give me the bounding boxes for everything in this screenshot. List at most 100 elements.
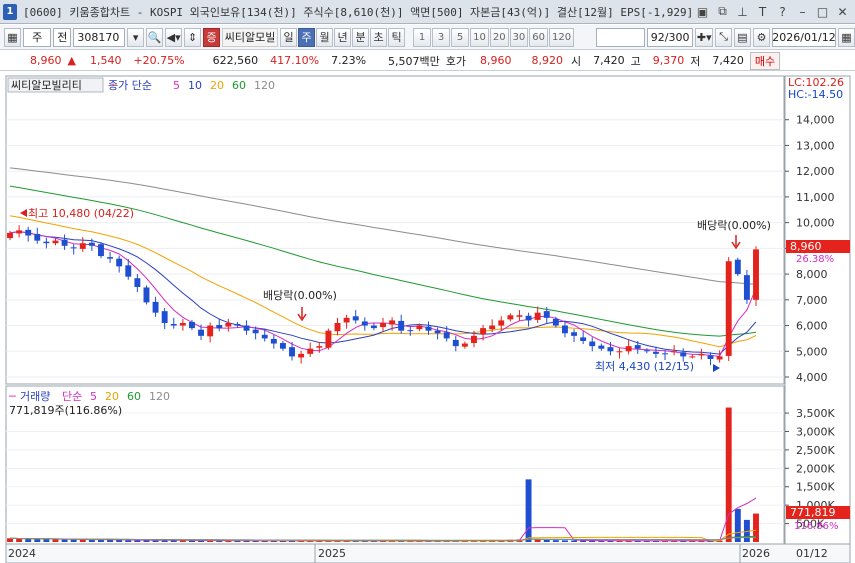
candle-body — [7, 232, 13, 239]
pin-icon[interactable]: ⊥ — [734, 3, 751, 20]
date-input[interactable]: 2026/01/12 — [772, 27, 836, 47]
period-button[interactable]: 월 — [316, 27, 334, 47]
volume-ma-legend: 120 — [149, 390, 170, 403]
maximize-icon[interactable]: □ — [814, 3, 831, 20]
x-date-tag: 01/12 — [796, 547, 828, 560]
search-icon[interactable]: 🔍 — [146, 27, 164, 47]
help-icon[interactable]: ? — [774, 3, 791, 20]
volume-bar — [7, 538, 13, 542]
interval-button[interactable]: 20 — [489, 27, 509, 47]
volume-bar — [25, 538, 32, 542]
stock-code-input[interactable]: 308170 — [73, 27, 126, 47]
market-icon[interactable]: ▦ — [4, 27, 21, 47]
volume-bar — [125, 540, 132, 542]
candle-body — [461, 343, 468, 347]
candle-body — [188, 321, 195, 329]
interval-button[interactable]: 3 — [432, 27, 451, 47]
volume-bar — [34, 539, 41, 542]
candle-body — [671, 351, 678, 353]
candle-body — [443, 332, 450, 339]
print-icon[interactable]: ▤ — [734, 27, 751, 47]
candle-body — [698, 353, 705, 356]
period-button[interactable]: 주 — [298, 27, 316, 47]
price-ma-legend: 60 — [232, 79, 246, 92]
chart-toolbar: ▦ 주 전 308170 ▾ 🔍 ◀▾ ⇕ 증 씨티알모빌 일주월년분초틱 13… — [0, 25, 855, 50]
period-button[interactable]: 틱 — [388, 27, 406, 47]
candle-body — [225, 322, 232, 327]
trade-amount: 5,507백만 — [388, 54, 440, 68]
candle-body — [398, 320, 405, 331]
bid-price: 8,920 — [531, 54, 564, 67]
candle-body — [161, 311, 168, 323]
candle-body — [589, 341, 596, 347]
candle-body — [389, 320, 396, 325]
candle-body — [689, 356, 696, 358]
candle-body — [234, 324, 241, 326]
prev-next-icon[interactable]: ⇕ — [184, 27, 202, 47]
candle-body — [534, 312, 541, 320]
code-prefix[interactable]: 전 — [53, 27, 72, 47]
candle-body — [361, 321, 368, 326]
period-button[interactable]: 년 — [334, 27, 352, 47]
candle-body — [716, 356, 723, 360]
candle-body — [134, 278, 141, 287]
candle-body — [252, 329, 259, 334]
candle-body — [270, 338, 277, 344]
candle-body — [70, 247, 77, 249]
interval-button[interactable]: 60 — [529, 27, 549, 47]
price-tick-label: 10,000 — [796, 217, 835, 230]
volume-legend-marker: ─ — [8, 390, 16, 403]
candle-body — [25, 229, 32, 236]
market-select[interactable]: 주 — [23, 27, 52, 47]
interval-button[interactable]: 120 — [549, 27, 575, 47]
settings-icon[interactable]: ⚙ — [753, 27, 770, 47]
volume-pct: 417.10% — [270, 54, 320, 67]
volume-tick-label: 3,500K — [796, 407, 835, 420]
ask-price: 8,960 — [480, 54, 512, 67]
close-icon[interactable]: ✕ — [834, 3, 851, 20]
interval-input[interactable] — [596, 27, 645, 47]
price-legend-marker: ─ — [109, 79, 117, 92]
volume-bar — [70, 539, 77, 542]
period-button[interactable]: 초 — [370, 27, 388, 47]
price-tick-label: 13,000 — [796, 139, 835, 152]
volume-bar — [571, 540, 578, 542]
price-tick-label: 8,000 — [796, 268, 828, 281]
draw-icon[interactable]: ⤡ — [715, 27, 732, 47]
dividend-label-1: 배당락(0.00%) — [263, 289, 337, 302]
volume-bar — [16, 538, 23, 542]
candle-body — [734, 259, 741, 275]
data-count[interactable]: 92/300 — [646, 27, 694, 47]
candle-body — [243, 325, 250, 331]
candle-body — [525, 315, 532, 321]
candle-body — [416, 325, 423, 330]
text-icon[interactable]: T — [754, 3, 771, 20]
interval-button[interactable]: 5 — [451, 27, 470, 47]
sound-icon[interactable]: ◀▾ — [165, 27, 183, 47]
interval-button[interactable]: 1 — [413, 27, 432, 47]
code-dropdown-icon[interactable]: ▾ — [127, 27, 145, 47]
interval-button[interactable]: 30 — [509, 27, 529, 47]
minimize-icon[interactable]: – — [794, 3, 811, 20]
calendar-icon[interactable]: ▦ — [838, 27, 855, 47]
candle-body — [370, 325, 377, 329]
candlestick-chart[interactable]: 14,00013,00012,00011,00010,0009,0008,000… — [0, 72, 855, 563]
period-button[interactable]: 분 — [352, 27, 370, 47]
x-axis-frame — [5, 543, 851, 563]
period-button[interactable]: 일 — [280, 27, 298, 47]
stock-tag: 증 — [203, 27, 221, 47]
link-icon[interactable]: ⧉ — [714, 3, 731, 20]
buy-button[interactable]: 매수 — [749, 51, 781, 70]
crosshair-icon[interactable]: ✚▾ — [695, 27, 713, 47]
hc-label: HC:-14.50 — [788, 88, 843, 101]
volume-current-tag: 771,819 — [790, 506, 836, 519]
window-list-icon[interactable]: ▣ — [694, 3, 711, 20]
high-annotation: 최고 10,480 (04/22) — [28, 207, 134, 220]
candle-body — [489, 325, 496, 330]
candle-body — [307, 348, 314, 354]
volume-pct-tag: 116.86% — [794, 521, 839, 532]
candle-body — [143, 287, 150, 303]
interval-button[interactable]: 10 — [470, 27, 489, 47]
volume-bar — [552, 540, 559, 542]
price-tick-label: 6,000 — [796, 320, 828, 333]
